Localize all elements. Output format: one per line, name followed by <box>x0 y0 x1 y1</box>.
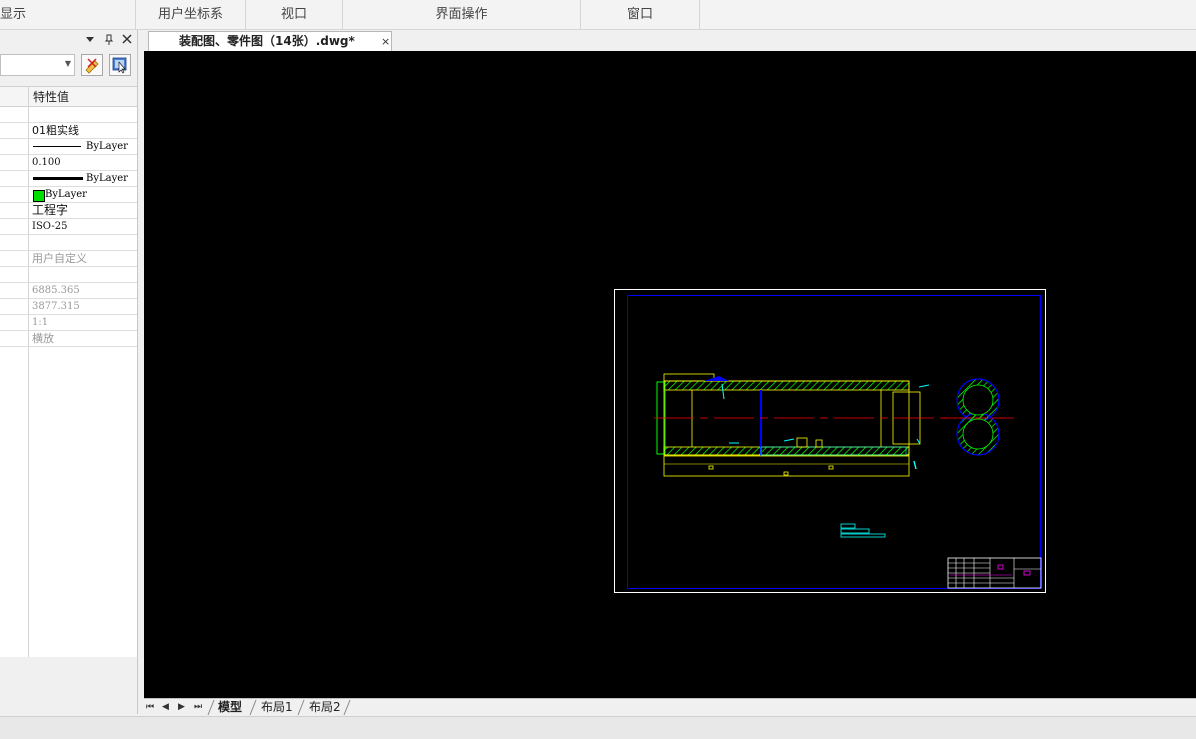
scale-value: 1:1 <box>32 317 49 328</box>
title-block <box>947 557 1042 589</box>
pickadd-icon <box>85 58 99 74</box>
property-row-blank <box>0 107 137 123</box>
paper-size-value: 用户自定义 <box>32 252 87 265</box>
property-row-scale[interactable]: 1:1 <box>0 315 137 331</box>
properties-panel: ▼ 特性值 01粗实线 ByLayer 0.100 ByLayer ByLaye… <box>0 30 138 714</box>
next-tab-icon[interactable]: ▶ <box>178 700 185 715</box>
drawing-svg <box>614 289 1046 593</box>
ribbon-group-interface[interactable]: 界面操作 <box>343 0 581 29</box>
ribbon-group-label: 显示 <box>0 7 27 22</box>
ribbon-group-label: 窗口 <box>626 7 653 22</box>
property-row-linetype[interactable]: ByLayer <box>0 139 137 155</box>
width-value: 6885.365 <box>32 285 80 296</box>
annotation-block <box>840 523 886 538</box>
ribbon-group-window[interactable]: 窗口 <box>581 0 700 29</box>
properties-header: 特性值 <box>0 87 137 107</box>
ribbon-header: 显示 用户坐标系 视口 界面操作 窗口 <box>0 0 1196 30</box>
prev-tab-icon[interactable]: ◀ <box>162 700 169 715</box>
property-row-color[interactable]: ByLayer <box>0 187 137 203</box>
property-row-linetype-scale[interactable]: 0.100 <box>0 155 137 171</box>
property-row-height[interactable]: 3877.315 <box>0 299 137 315</box>
pin-icon <box>104 34 114 45</box>
toggle-pickadd-button[interactable] <box>81 54 103 76</box>
property-row-layer[interactable]: 01粗实线 <box>0 123 137 139</box>
last-tab-icon[interactable]: ⏭ <box>194 700 202 715</box>
first-tab-icon[interactable]: ⏮ <box>146 700 154 715</box>
document-tabstrip: 装配图、零件图（14张）.dwg* × <box>144 30 1196 51</box>
tab-close-icon[interactable]: × <box>381 32 390 51</box>
dim-style-value: ISO-25 <box>32 221 68 232</box>
tab-layout2[interactable]: 布局2 <box>309 699 341 715</box>
drawing-canvas[interactable] <box>144 51 1196 698</box>
text-style-value: 工程字 <box>32 203 69 217</box>
status-bar <box>0 716 1196 739</box>
ribbon-group-ucs[interactable]: 用户坐标系 <box>136 0 246 29</box>
chevron-down-icon: ▼ <box>64 59 71 68</box>
property-row-dim-style[interactable]: ISO-25 <box>0 219 137 235</box>
linetype-preview <box>33 146 81 147</box>
document-tab[interactable]: 装配图、零件图（14张）.dwg* × <box>148 31 392 51</box>
column-header-value: 特性值 <box>33 90 70 104</box>
property-row-width[interactable]: 6885.365 <box>0 283 137 299</box>
document-tab-label: 装配图、零件图（14张）.dwg* <box>179 34 355 48</box>
color-value: ByLayer <box>45 189 87 200</box>
lineweight-preview <box>33 177 83 180</box>
property-row-orientation[interactable]: 横放 <box>0 331 137 347</box>
ribbon-group-display[interactable]: 显示 <box>0 0 136 29</box>
triangle-down-icon <box>86 37 94 42</box>
ribbon-group-label: 视口 <box>280 7 307 22</box>
ribbon-group-viewport[interactable]: 视口 <box>246 0 343 29</box>
property-row-paper-size[interactable]: 用户自定义 <box>0 251 137 267</box>
pin-button[interactable] <box>102 34 116 48</box>
height-value: 3877.315 <box>32 301 80 312</box>
ribbon-group-label: 用户坐标系 <box>157 7 223 22</box>
tab-model[interactable]: 模型 <box>218 699 242 715</box>
orientation-value: 横放 <box>32 332 54 345</box>
panel-titlebar <box>0 30 137 52</box>
layer-value: 01粗实线 <box>32 124 79 137</box>
layout-tabbar: ⏮ ◀ ▶ ⏭ 模型 布局1 布局2 <box>144 698 1196 716</box>
close-icon <box>122 34 132 44</box>
property-row-lineweight[interactable]: ByLayer <box>0 171 137 187</box>
select-objects-icon <box>112 57 127 74</box>
tab-layout1[interactable]: 布局1 <box>261 699 293 715</box>
properties-table: 特性值 01粗实线 ByLayer 0.100 ByLayer ByLayer … <box>0 86 137 657</box>
property-row-text-style[interactable]: 工程字 <box>0 203 137 219</box>
select-objects-button[interactable] <box>109 54 131 76</box>
panel-close-button[interactable] <box>120 34 134 48</box>
linetype-value: ByLayer <box>86 141 128 152</box>
object-selector-dropdown[interactable]: ▼ <box>0 54 75 76</box>
color-swatch <box>33 190 45 202</box>
panel-menu-button[interactable] <box>83 34 97 48</box>
linetype-scale-value: 0.100 <box>32 157 61 168</box>
property-row-blank-3 <box>0 267 137 283</box>
lineweight-value: ByLayer <box>86 173 128 184</box>
section-view <box>944 378 1014 456</box>
ribbon-group-label: 界面操作 <box>435 7 488 22</box>
property-row-blank-2 <box>0 235 137 251</box>
